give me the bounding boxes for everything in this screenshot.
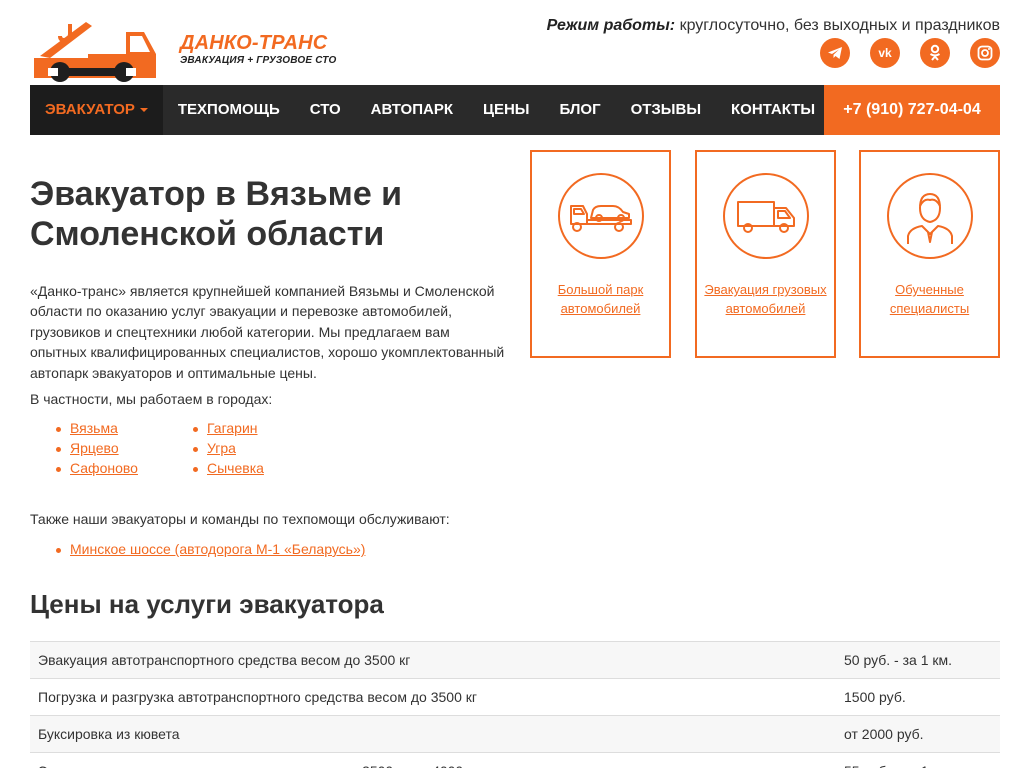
city-link[interactable]: Сычевка <box>193 460 264 476</box>
working-hours-label: Режим работы: <box>546 17 676 34</box>
instagram-icon <box>977 45 993 61</box>
caret-down-icon <box>139 108 148 113</box>
tow-truck-logo-icon <box>34 22 156 82</box>
nav-item-reviews[interactable]: Отзывы <box>616 85 716 135</box>
price-cell: 50 руб. - за 1 км. <box>836 641 1000 679</box>
service-cell: Эвакуация автотранспортного средства вес… <box>30 752 836 768</box>
specialist-icon <box>907 193 953 244</box>
feature-label[interactable]: Эвакуация грузовых автомобилей <box>701 281 830 318</box>
feature-label[interactable]: Большой парк автомобилей <box>536 281 665 318</box>
table-row: Эвакуация автотранспортного средства вес… <box>30 752 1000 768</box>
city-link[interactable]: Сафоново <box>56 460 138 476</box>
telegram-icon <box>828 47 842 59</box>
cities-lead: В частности, мы работаем в городах: <box>30 391 273 407</box>
price-cell: 1500 руб. <box>836 678 1000 716</box>
price-cell: от 2000 руб. <box>836 715 1000 753</box>
nav-item-evacuator[interactable]: Эвакуатор <box>30 85 163 135</box>
working-hours-value: круглосуточно, без выходных и праздников <box>675 17 1000 34</box>
feature-card-fleet[interactable]: Большой парк автомобилей <box>530 150 671 358</box>
feature-label[interactable]: Обученные специалисты <box>865 281 994 318</box>
city-link[interactable]: Гагарин <box>193 420 258 436</box>
table-row: Буксировка из кювета от 2000 руб. <box>30 715 1000 753</box>
odnoklassniki-link[interactable] <box>920 38 950 68</box>
feature-icon-circle <box>723 173 809 259</box>
nav-item-contacts[interactable]: Контакты <box>716 85 830 135</box>
prices-title: Цены на услуги эвакуатора <box>30 589 384 619</box>
feature-icon-circle <box>887 173 973 259</box>
nav-item-techhelp[interactable]: Техпомощь <box>163 85 295 135</box>
brand-name: ДАНКО-ТРАНС <box>180 32 328 54</box>
main-nav: Эвакуатор Техпомощь СТО Автопарк Цены Бл… <box>30 85 1000 135</box>
nav-item-sto[interactable]: СТО <box>295 85 356 135</box>
nav-item-prices[interactable]: Цены <box>468 85 544 135</box>
nav-item-blog[interactable]: Блог <box>544 85 615 135</box>
road-link[interactable]: Минское шоссе (автодорога М-1 «Беларусь»… <box>55 541 365 557</box>
feature-card-specialists[interactable]: Обученные специалисты <box>859 150 1000 358</box>
working-hours: Режим работы: круглосуточно, без выходны… <box>547 17 1000 35</box>
table-row: Эвакуация автотранспортного средства вес… <box>30 641 1000 679</box>
feature-icon-circle <box>558 173 644 259</box>
nav-item-fleet[interactable]: Автопарк <box>356 85 468 135</box>
brand-tagline: ЭВАКУАЦИЯ + ГРУЗОВОЕ СТО <box>180 55 337 66</box>
city-link[interactable]: Вязьма <box>56 420 118 436</box>
phone-link[interactable]: +7 (910) 727-04-04 <box>824 85 1000 135</box>
price-cell: 55 руб. - за 1 км. <box>836 752 1000 768</box>
telegram-link[interactable] <box>820 38 850 68</box>
vk-icon: vk <box>878 46 892 60</box>
odnoklassniki-icon <box>929 44 941 61</box>
city-link[interactable]: Угра <box>193 440 236 456</box>
vk-link[interactable]: vk <box>870 38 900 68</box>
page-title: Эвакуатор в Вязьме и Смоленской области <box>30 175 403 253</box>
also-serve-text: Также наши эвакуаторы и команды по техпо… <box>30 511 450 527</box>
service-cell: Погрузка и разгрузка автотранспортного с… <box>30 678 836 716</box>
table-row: Погрузка и разгрузка автотранспортного с… <box>30 678 1000 716</box>
logo[interactable]: ДАНКО-ТРАНС ЭВАКУАЦИЯ + ГРУЗОВОЕ СТО <box>30 18 336 84</box>
service-cell: Эвакуация автотранспортного средства вес… <box>30 641 836 679</box>
tow-truck-icon <box>570 205 632 232</box>
cargo-truck-icon <box>737 201 795 233</box>
price-table: Эвакуация автотранспортного средства вес… <box>30 641 1000 768</box>
social-links: vk <box>820 38 1000 68</box>
intro-text: «Данко-транс» является крупнейшей компан… <box>30 283 505 381</box>
service-cell: Буксировка из кювета <box>30 715 836 753</box>
nav-item-label: Эвакуатор <box>45 101 135 118</box>
feature-card-cargo[interactable]: Эвакуация грузовых автомобилей <box>695 150 836 358</box>
city-link[interactable]: Ярцево <box>56 440 119 456</box>
instagram-link[interactable] <box>970 38 1000 68</box>
site-header: ДАНКО-ТРАНС ЭВАКУАЦИЯ + ГРУЗОВОЕ СТО Реж… <box>30 0 1000 85</box>
